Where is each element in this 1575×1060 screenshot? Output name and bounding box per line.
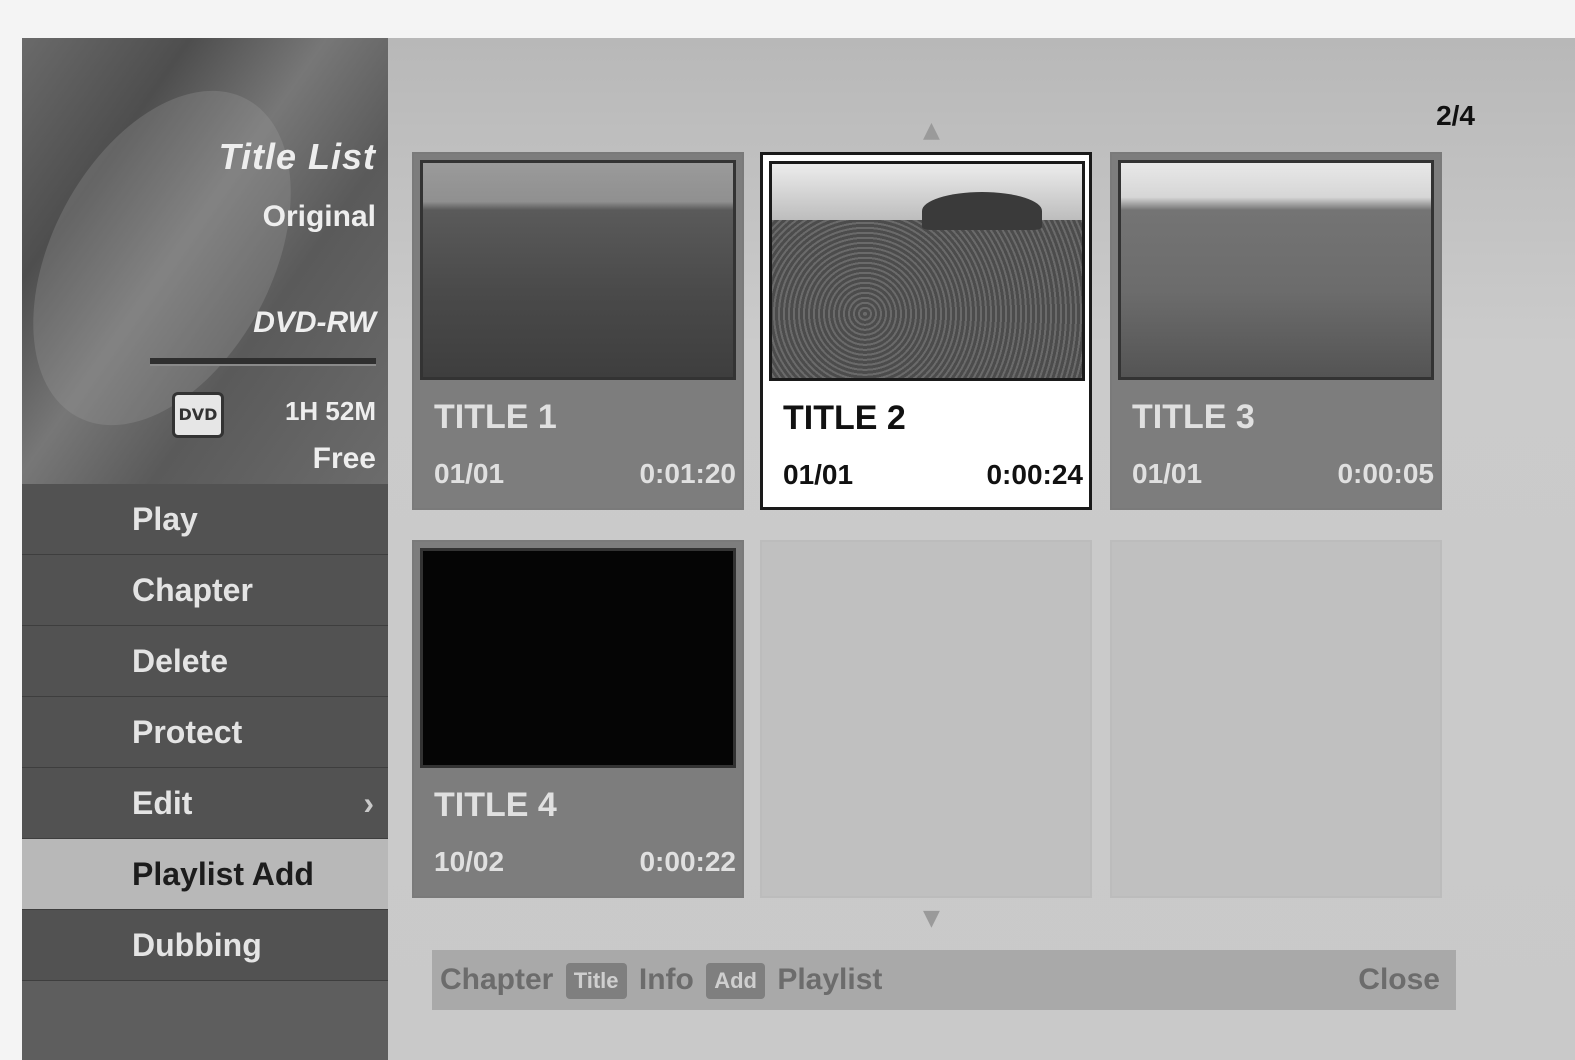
scroll-down-icon[interactable]: ▼ — [923, 906, 940, 931]
help-text: Playlist — [777, 963, 883, 996]
title-grid-area: 2/4 ▲ TITLE 1 01/01 0:01:20 TITLE 2 01/0… — [388, 38, 1575, 1060]
free-time: 1H 52M — [284, 396, 376, 426]
title-length: 0:00:24 — [986, 459, 1083, 490]
free-label: Free — [312, 442, 376, 475]
menu-item-dubbing[interactable]: Dubbing — [22, 910, 388, 981]
title-name: TITLE 2 — [783, 399, 906, 437]
title-list-screen: Title List Original DVD-RW DVD 1H 52M Fr… — [22, 38, 1575, 1060]
thumbnail — [1118, 160, 1434, 380]
menu-subtitle: Original — [262, 200, 376, 233]
menu-item-label: Dubbing — [132, 927, 262, 963]
menu-item-label: Delete — [132, 643, 229, 679]
title-key-icon: Title — [565, 963, 627, 1000]
menu-item-chapter[interactable]: Chapter — [22, 555, 388, 626]
sidebar-header: Title List Original DVD-RW DVD 1H 52M Fr… — [22, 38, 388, 484]
title-length: 0:01:20 — [639, 458, 736, 489]
menu-item-label: Protect — [132, 714, 243, 750]
title-date: 01/01 — [434, 458, 505, 489]
menu-item-label: Chapter — [132, 572, 253, 608]
title-name: TITLE 3 — [1132, 398, 1255, 436]
title-tile-3[interactable]: TITLE 3 01/01 0:00:05 — [1110, 152, 1442, 510]
disc-type: DVD-RW — [253, 306, 376, 339]
menu-item-delete[interactable]: Delete — [22, 626, 388, 697]
menu-item-label: Playlist Add — [132, 856, 314, 892]
thumbnail — [769, 161, 1085, 381]
title-date: 01/01 — [783, 459, 854, 490]
title-tile-1[interactable]: TITLE 1 01/01 0:01:20 — [412, 152, 744, 510]
empty-tile — [1110, 540, 1442, 898]
chevron-right-icon: › — [363, 785, 374, 821]
title-tile-2[interactable]: TITLE 2 01/01 0:00:24 — [760, 152, 1092, 510]
title-length: 0:00:22 — [639, 846, 736, 877]
menu-item-protect[interactable]: Protect — [22, 697, 388, 768]
thumbnail — [420, 160, 736, 380]
sidebar: Title List Original DVD-RW DVD 1H 52M Fr… — [22, 38, 388, 1060]
menu-item-playlist-add[interactable]: Playlist Add — [22, 839, 388, 910]
add-key-icon: Add — [706, 963, 765, 1000]
menu-item-label: Edit — [132, 785, 193, 821]
title-date: 10/02 — [434, 846, 505, 877]
title-name: TITLE 4 — [434, 786, 557, 824]
menu-title: Title List — [218, 136, 376, 177]
disc-icon: DVD — [172, 392, 224, 438]
title-date: 01/01 — [1132, 458, 1203, 489]
title-name: TITLE 1 — [434, 398, 557, 436]
menu-item-edit[interactable]: Edit › — [22, 768, 388, 839]
thumbnail — [420, 548, 736, 768]
page-indicator: 2/4 — [1436, 100, 1475, 131]
capacity-bar — [150, 358, 376, 366]
help-bar: Chapter Title Info Add Playlist Close — [432, 950, 1456, 1010]
menu-item-play[interactable]: Play — [22, 484, 388, 555]
close-hint[interactable]: Close — [1358, 950, 1440, 1010]
help-text: Info — [638, 963, 694, 996]
help-text: Chapter — [440, 963, 554, 996]
option-menu: Play Chapter Delete Protect Edit › Playl… — [22, 484, 388, 981]
title-length: 0:00:05 — [1337, 458, 1434, 489]
title-tile-4[interactable]: TITLE 4 10/02 0:00:22 — [412, 540, 744, 898]
scroll-up-icon[interactable]: ▲ — [923, 118, 940, 143]
menu-item-label: Play — [132, 501, 198, 537]
empty-tile — [760, 540, 1092, 898]
